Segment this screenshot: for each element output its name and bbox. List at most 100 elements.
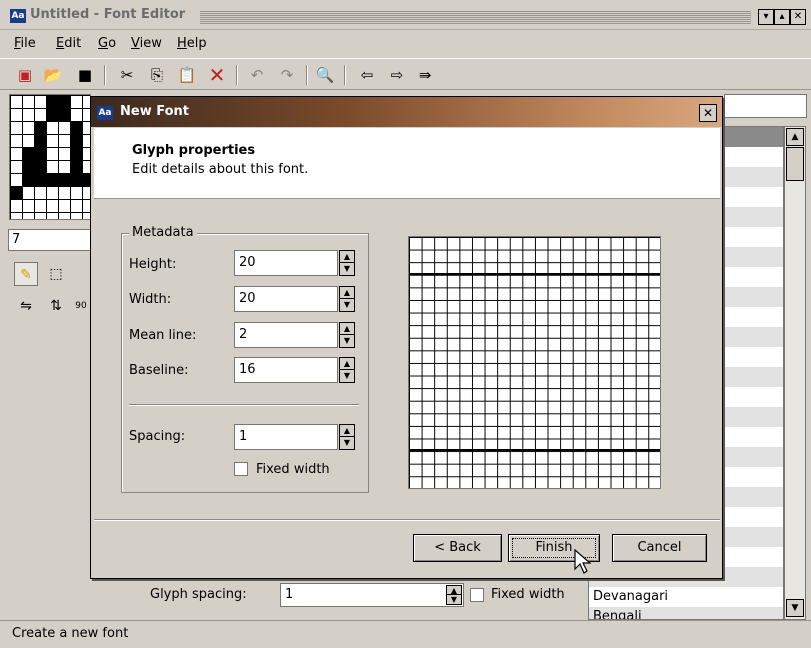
spin-down-icon[interactable]: ▼ [340,335,354,347]
save-icon[interactable]: ■ [74,64,96,86]
cancel-button[interactable]: Cancel [612,534,707,562]
scroll-up-icon[interactable]: ▲ [786,128,804,146]
delete-icon[interactable]: ✕ [206,64,228,86]
mouse-pointer-icon [574,549,592,574]
menu-edit[interactable]: Edit [56,36,81,51]
rotate-icon[interactable]: 90 [72,294,90,318]
width-spinner[interactable]: ▲ ▼ [339,286,355,312]
height-input[interactable]: 20 [234,250,338,276]
copy-icon[interactable]: ⎘ [146,64,168,86]
char-input[interactable]: 7 [8,229,92,251]
scroll-thumb[interactable] [786,147,804,181]
window-title: Untitled - Font Editor [30,7,186,22]
glyph-spacing-label: Glyph spacing: [150,587,247,602]
goto-icon[interactable]: ⇛ [414,64,436,86]
paste-icon[interactable]: 📋 [176,64,198,86]
spin-up-icon[interactable]: ▲ [340,287,354,299]
baseline-label: Baseline: [129,363,189,378]
height-label: Height: [129,257,177,272]
spacing-label: Spacing: [129,429,186,444]
redo-icon[interactable]: ↷ [276,64,298,86]
width-label: Width: [129,292,172,307]
spin-down-icon[interactable]: ▼ [447,595,461,604]
dialog-fixed-width-checkbox[interactable] [234,462,248,476]
app-icon: Aa [10,9,26,23]
dialog-header-subtitle: Edit details about this font. [132,162,309,177]
glyph-grid-preview [408,236,661,489]
cut-icon[interactable]: ✂ [116,64,138,86]
status-bar: Create a new font [0,620,811,648]
spacing-spinner[interactable]: ▲ ▼ [339,424,355,450]
undo-icon[interactable]: ↶ [246,64,268,86]
mirror-icon[interactable]: ⇅ [44,294,68,318]
dialog-header: Glyph properties Edit details about this… [94,128,720,199]
list-item[interactable]: Devanagari [589,587,783,607]
close-button[interactable]: ✕ [790,9,806,25]
height-spinner[interactable]: ▲ ▼ [339,250,355,276]
maximize-button[interactable]: ▴ [774,9,790,25]
dialog-fixed-width-label: Fixed width [256,462,330,477]
spin-up-icon[interactable]: ▲ [340,323,354,335]
spin-down-icon[interactable]: ▼ [340,370,354,382]
pencil-icon[interactable]: ✎ [14,262,38,286]
toolbar-separator [104,65,106,85]
spin-up-icon[interactable]: ▲ [340,425,354,437]
glyph-pixels [34,121,46,173]
search-icon[interactable]: 🔍 [314,64,336,86]
next-icon[interactable]: ⇨ [386,64,408,86]
list-item[interactable]: Bengali [589,607,783,619]
spin-up-icon[interactable]: ▲ [340,358,354,370]
spin-up-icon[interactable]: ▲ [447,586,461,595]
list-scrollbar[interactable]: ▲ ▼ [784,126,806,620]
toolbar: ▣ 📂 ■ ✂ ⎘ 📋 ✕ ↶ ↷ 🔍 ⇦ ⇨ ⇛ [0,58,811,90]
back-button[interactable]: < Back [413,534,502,562]
scroll-down-icon[interactable]: ▼ [786,599,804,617]
mean-line-label: Mean line: [129,328,197,343]
minimize-button[interactable]: ▾ [758,9,774,25]
fixed-width-label: Fixed width [491,587,565,602]
baseline-input[interactable]: 16 [234,357,338,383]
glyph-pixels [22,173,92,186]
width-input[interactable]: 20 [234,286,338,312]
dialog-button-separator [94,519,720,521]
toolbar-separator [344,65,346,85]
select-icon[interactable]: ⬚ [44,262,68,286]
window-titlebar[interactable]: Aa Untitled - Font Editor ▾ ▴ ✕ [0,0,811,30]
metadata-legend: Metadata [129,225,197,240]
toolbar-separator [306,65,308,85]
mean-line-marker [409,273,660,275]
spacing-input[interactable]: 1 [234,424,338,450]
glyph-pixels [10,186,22,199]
dialog-app-icon: Aa [97,106,113,120]
spin-up-icon[interactable]: ▲ [340,251,354,263]
toolbar-separator [236,65,238,85]
spin-down-icon[interactable]: ▼ [340,263,354,275]
glyph-pixels [46,95,70,121]
spin-down-icon[interactable]: ▼ [340,299,354,311]
dialog-titlebar[interactable]: Aa New Font ✕ [91,97,722,127]
status-text: Create a new font [12,626,129,641]
menu-file[interactable]: File [14,36,36,51]
menu-help[interactable]: Help [177,36,207,51]
open-icon[interactable]: 📂 [42,64,64,86]
unicode-search-input[interactable] [724,94,807,118]
menu-bar: File Edit Go View Help [0,31,811,57]
glyph-spacing-spinner[interactable]: ▲ ▼ [446,585,462,605]
new-font-dialog: Aa New Font ✕ Glyph properties Edit deta… [90,96,723,579]
new-icon[interactable]: ▣ [14,64,36,86]
spin-down-icon[interactable]: ▼ [340,437,354,449]
glyph-spacing-input[interactable]: 1 [280,583,464,607]
menu-view[interactable]: View [131,36,162,51]
mean-line-input[interactable]: 2 [234,322,338,348]
mean-line-spinner[interactable]: ▲ ▼ [339,322,355,348]
flip-icon[interactable]: ⇋ [14,294,38,318]
dialog-close-button[interactable]: ✕ [699,104,717,122]
prev-icon[interactable]: ⇦ [356,64,378,86]
glyph-pixels [70,121,82,173]
titlebar-stripes [200,10,751,24]
fixed-width-checkbox[interactable] [470,588,484,602]
dialog-title: New Font [120,104,189,119]
glyph-preview[interactable] [9,94,92,220]
baseline-spinner[interactable]: ▲ ▼ [339,357,355,383]
menu-go[interactable]: Go [98,36,116,51]
